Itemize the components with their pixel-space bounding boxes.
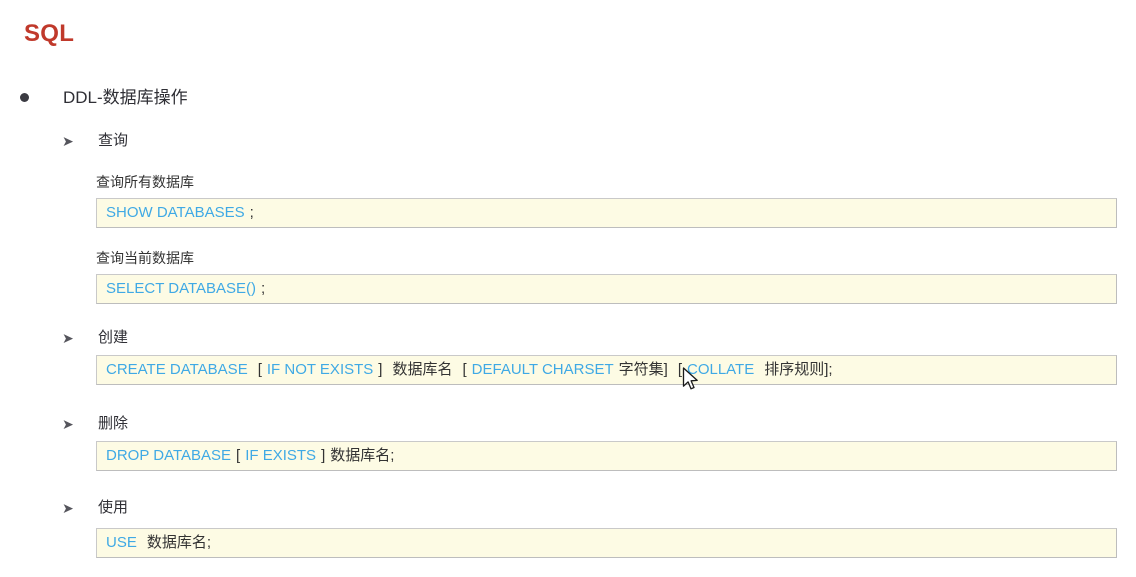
code-identifier: 字符集: [618, 361, 664, 378]
arrow-marker-icon: ➤: [62, 417, 74, 433]
code-bracket-close: ]: [321, 447, 326, 464]
code-punct: ;: [261, 280, 266, 297]
code-bracket-open: [: [462, 361, 467, 378]
caption-current-database: 查询当前数据库: [96, 250, 194, 266]
code-keyword: CREATE DATABASE: [106, 361, 248, 378]
code-punct: ;: [249, 204, 254, 221]
outline-level1-row: DDL-数据库操作: [20, 86, 1116, 110]
document-page: SQL DDL-数据库操作 ➤ 查询 查询所有数据库 SHOW DATABASE…: [0, 0, 1136, 577]
code-block-select-database[interactable]: SELECT DATABASE();: [96, 274, 1117, 304]
code-keyword: SHOW DATABASES: [106, 204, 245, 221]
code-keyword: USE: [106, 534, 137, 551]
code-bracket-close: ]: [378, 361, 383, 378]
outline-level1-label: DDL-数据库操作: [63, 88, 188, 107]
section-drop-label: 删除: [98, 415, 129, 432]
code-block-use-database[interactable]: USE 数据库名;: [96, 528, 1117, 558]
section-use: ➤ 使用: [62, 498, 1116, 518]
section-create-header: ➤ 创建: [62, 328, 1116, 348]
code-keyword: IF EXISTS: [245, 447, 317, 464]
code-identifier: 数据库名;: [330, 447, 395, 464]
code-bracket-close: ]: [663, 361, 668, 378]
arrow-marker-icon: ➤: [62, 134, 74, 150]
section-drop: ➤ 删除: [62, 414, 1116, 434]
outline-level1: DDL-数据库操作: [20, 86, 1116, 110]
caption-show-all-databases: 查询所有数据库: [96, 174, 194, 190]
arrow-marker-icon: ➤: [62, 331, 74, 347]
section-create: ➤ 创建: [62, 328, 1116, 348]
disc-bullet-icon: [20, 93, 29, 102]
section-query: ➤ 查询: [62, 131, 1116, 151]
code-identifier: 数据库名: [392, 361, 453, 378]
code-bracket-open: [: [257, 361, 262, 378]
section-use-header: ➤ 使用: [62, 498, 1116, 518]
code-block-show-databases[interactable]: SHOW DATABASES;: [96, 198, 1117, 228]
page-title: SQL: [24, 20, 75, 47]
code-keyword: COLLATE: [686, 361, 755, 378]
section-query-label: 查询: [98, 132, 129, 149]
code-bracket-open: [: [236, 447, 241, 464]
code-identifier: 排序规则: [764, 361, 825, 378]
code-keyword: DROP DATABASE: [106, 447, 232, 464]
section-drop-header: ➤ 删除: [62, 414, 1116, 434]
code-keyword: DEFAULT CHARSET: [471, 361, 614, 378]
arrow-marker-icon: ➤: [62, 501, 74, 517]
code-identifier: 数据库名;: [146, 534, 212, 551]
code-bracket-close: ];: [824, 361, 833, 378]
code-keyword: IF NOT EXISTS: [266, 361, 374, 378]
section-query-header: ➤ 查询: [62, 131, 1116, 151]
section-create-label: 创建: [98, 329, 129, 346]
section-use-label: 使用: [98, 499, 129, 516]
code-block-create-database[interactable]: CREATE DATABASE[IF NOT EXISTS] 数据库名[DEFAU…: [96, 355, 1117, 385]
code-keyword: SELECT DATABASE(): [106, 280, 257, 297]
code-block-drop-database[interactable]: DROP DATABASE[IF EXISTS] 数据库名;: [96, 441, 1117, 471]
code-bracket-open: [: [677, 361, 682, 378]
